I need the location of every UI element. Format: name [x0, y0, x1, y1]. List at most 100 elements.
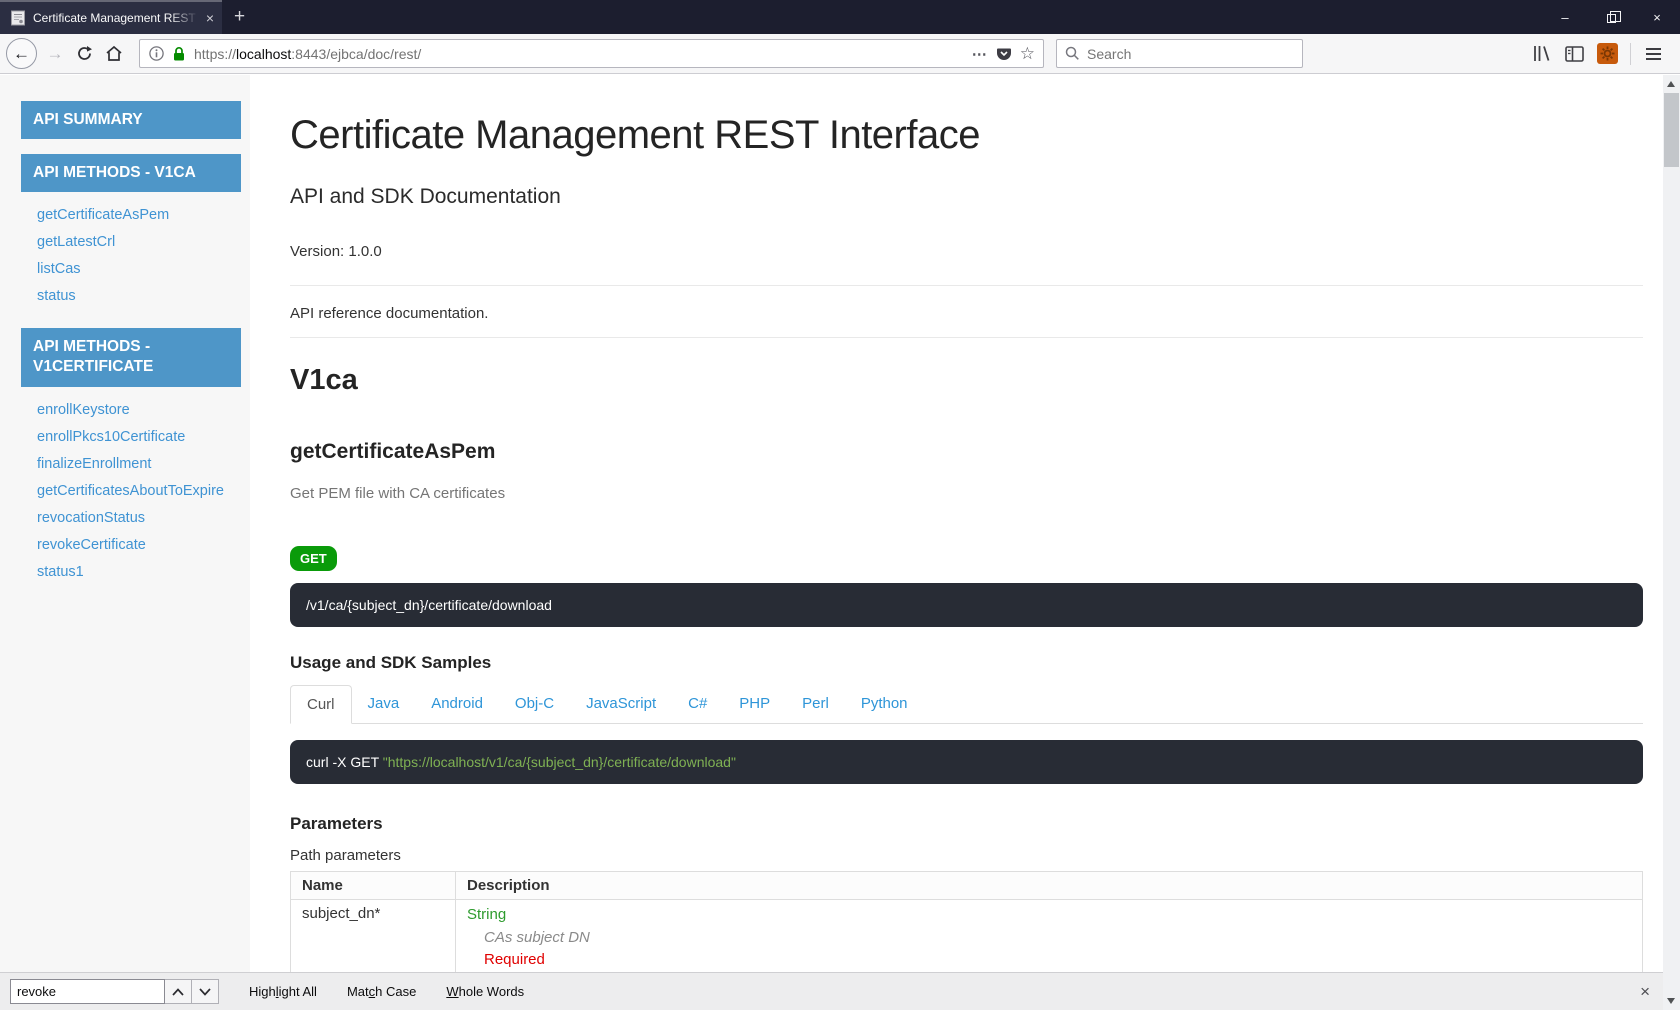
padlock-icon[interactable] [172, 46, 186, 62]
sidebar-item-listcas[interactable]: listCas [37, 261, 241, 277]
sidebar-item-getcertificatesabouttoexpire[interactable]: getCertificatesAboutToExpire [37, 483, 241, 499]
match-case-toggle[interactable]: Match Case [347, 984, 416, 999]
restore-icon [1607, 14, 1616, 23]
table-row: subject_dn* String CAs subject DN Requir… [291, 900, 1643, 973]
param-type: String [467, 905, 1631, 925]
minimize-button[interactable]: – [1542, 0, 1588, 34]
param-description-cell: String CAs subject DN Required [456, 900, 1643, 973]
column-header-description: Description [456, 872, 1643, 900]
search-input[interactable] [1087, 46, 1294, 62]
sidebar-item-getcertificateaspem[interactable]: getCertificateAsPem [37, 207, 241, 223]
param-name-cell: subject_dn* [291, 900, 456, 973]
url-bar[interactable]: https://localhost:8443/ejbca/doc/rest/ ⋯… [139, 39, 1044, 68]
main-content: Certificate Management REST Interface AP… [250, 75, 1663, 972]
page-content: API SUMMARY API METHODS - V1CA getCertif… [0, 75, 1663, 972]
bookmark-star-icon[interactable]: ☆ [1020, 44, 1035, 64]
tab-close-icon[interactable]: × [206, 11, 214, 25]
column-header-name: Name [291, 872, 456, 900]
sidebar: API SUMMARY API METHODS - V1CA getCertif… [0, 75, 250, 972]
sidebar-item-revocationstatus[interactable]: revocationStatus [37, 510, 241, 526]
table-header-row: Name Description [291, 872, 1643, 900]
tab-curl[interactable]: Curl [290, 685, 352, 724]
find-bar: Highlight All Match Case Whole Words × [0, 972, 1663, 1010]
extension-button[interactable] [1591, 43, 1624, 64]
sidebar-item-status1[interactable]: status1 [37, 564, 241, 580]
page-actions-icon[interactable]: ⋯ [972, 45, 988, 63]
find-next-button[interactable] [192, 979, 219, 1004]
path-parameters-label: Path parameters [290, 847, 1643, 864]
tab-php[interactable]: PHP [723, 685, 786, 724]
find-close-icon[interactable]: × [1640, 982, 1650, 1002]
search-icon [1065, 46, 1080, 61]
tab-perl[interactable]: Perl [786, 685, 845, 724]
url-path: :8443/ejbca/doc/rest/ [291, 46, 421, 62]
tab-title: Certificate Management REST Interface [33, 11, 199, 25]
url-host: localhost [236, 46, 291, 62]
page-subtitle: API and SDK Documentation [290, 185, 1643, 209]
hamburger-icon [1646, 53, 1661, 55]
url-text: https://localhost:8443/ejbca/doc/rest/ [194, 46, 964, 62]
sidebar-item-api-summary[interactable]: API SUMMARY [21, 101, 241, 139]
toolbar-separator [1630, 43, 1631, 65]
sidebar-item-getlatestcrl[interactable]: getLatestCrl [37, 234, 241, 250]
menu-button[interactable] [1637, 53, 1670, 55]
api-reference-text: API reference documentation. [290, 305, 1643, 338]
search-box[interactable] [1056, 39, 1303, 68]
reload-button[interactable] [69, 45, 99, 62]
parameters-title: Parameters [290, 814, 1643, 834]
divider [290, 285, 1643, 286]
scroll-down-icon[interactable] [1667, 998, 1675, 1004]
usage-title: Usage and SDK Samples [290, 653, 1643, 673]
page-title: Certificate Management REST Interface [290, 113, 1643, 158]
whole-words-toggle[interactable]: Whole Words [446, 984, 524, 999]
close-button[interactable]: × [1634, 0, 1680, 34]
site-info-icon[interactable] [149, 46, 164, 61]
restore-button[interactable] [1588, 0, 1634, 34]
window-controls: – × [1542, 0, 1680, 34]
back-button[interactable]: ← [6, 38, 37, 69]
vertical-scrollbar[interactable] [1663, 75, 1680, 1010]
forward-button[interactable]: → [41, 44, 69, 64]
http-method-badge: GET [290, 546, 337, 571]
tab-obj-c[interactable]: Obj-C [499, 685, 570, 724]
titlebar: Certificate Management REST Interface × … [0, 0, 1680, 34]
find-previous-button[interactable] [165, 979, 192, 1004]
url-scheme: https:// [194, 46, 236, 62]
library-icon[interactable] [1525, 45, 1558, 62]
scroll-up-icon[interactable] [1667, 81, 1675, 87]
new-tab-button[interactable]: + [222, 0, 257, 34]
browser-tab[interactable]: Certificate Management REST Interface × [0, 0, 222, 34]
toolbar-right [1525, 43, 1670, 65]
certificate-favicon-icon [10, 10, 26, 26]
sidebar-toggle-icon[interactable] [1558, 46, 1591, 62]
home-button[interactable] [99, 45, 129, 62]
method-description: Get PEM file with CA certificates [290, 485, 1643, 502]
curl-sample-bar: curl -X GET "https://localhost/v1/ca/{su… [290, 740, 1643, 784]
sidebar-item-enrollpkcs10certificate[interactable]: enrollPkcs10Certificate [37, 429, 241, 445]
endpoint-path-bar: /v1/ca/{subject_dn}/certificate/download [290, 583, 1643, 627]
sidebar-item-revokecertificate[interactable]: revokeCertificate [37, 537, 241, 553]
tab-csharp[interactable]: C# [672, 685, 723, 724]
navigation-toolbar: ← → https://localhost:8443/ejbca/doc/res… [0, 34, 1680, 74]
version-text: Version: 1.0.0 [290, 243, 1643, 260]
highlight-all-toggle[interactable]: Highlight All [249, 984, 317, 999]
scrollbar-thumb[interactable] [1664, 93, 1679, 167]
sidebar-item-status[interactable]: status [37, 288, 241, 304]
section-title-v1ca: V1ca [290, 364, 1643, 397]
curl-url-string: "https://localhost/v1/ca/{subject_dn}/ce… [383, 754, 736, 770]
sidebar-header-v1certificate[interactable]: API METHODS - V1CERTIFICATE [21, 328, 241, 386]
tab-python[interactable]: Python [845, 685, 924, 724]
find-input[interactable] [10, 979, 165, 1004]
curl-command: curl -X GET [306, 754, 383, 770]
sdk-sample-tabs: Curl Java Android Obj-C JavaScript C# PH… [290, 685, 1643, 724]
tab-java[interactable]: Java [352, 685, 416, 724]
sidebar-item-enrollkeystore[interactable]: enrollKeystore [37, 402, 241, 418]
sidebar-links-v1certificate: enrollKeystore enrollPkcs10Certificate f… [21, 402, 241, 580]
sidebar-header-v1ca[interactable]: API METHODS - V1CA [21, 154, 241, 192]
param-description: CAs subject DN [467, 928, 1631, 948]
method-title: getCertificateAsPem [290, 440, 1643, 464]
sidebar-item-finalizeenrollment[interactable]: finalizeEnrollment [37, 456, 241, 472]
tab-javascript[interactable]: JavaScript [570, 685, 672, 724]
pocket-icon[interactable] [996, 46, 1012, 61]
tab-android[interactable]: Android [415, 685, 499, 724]
